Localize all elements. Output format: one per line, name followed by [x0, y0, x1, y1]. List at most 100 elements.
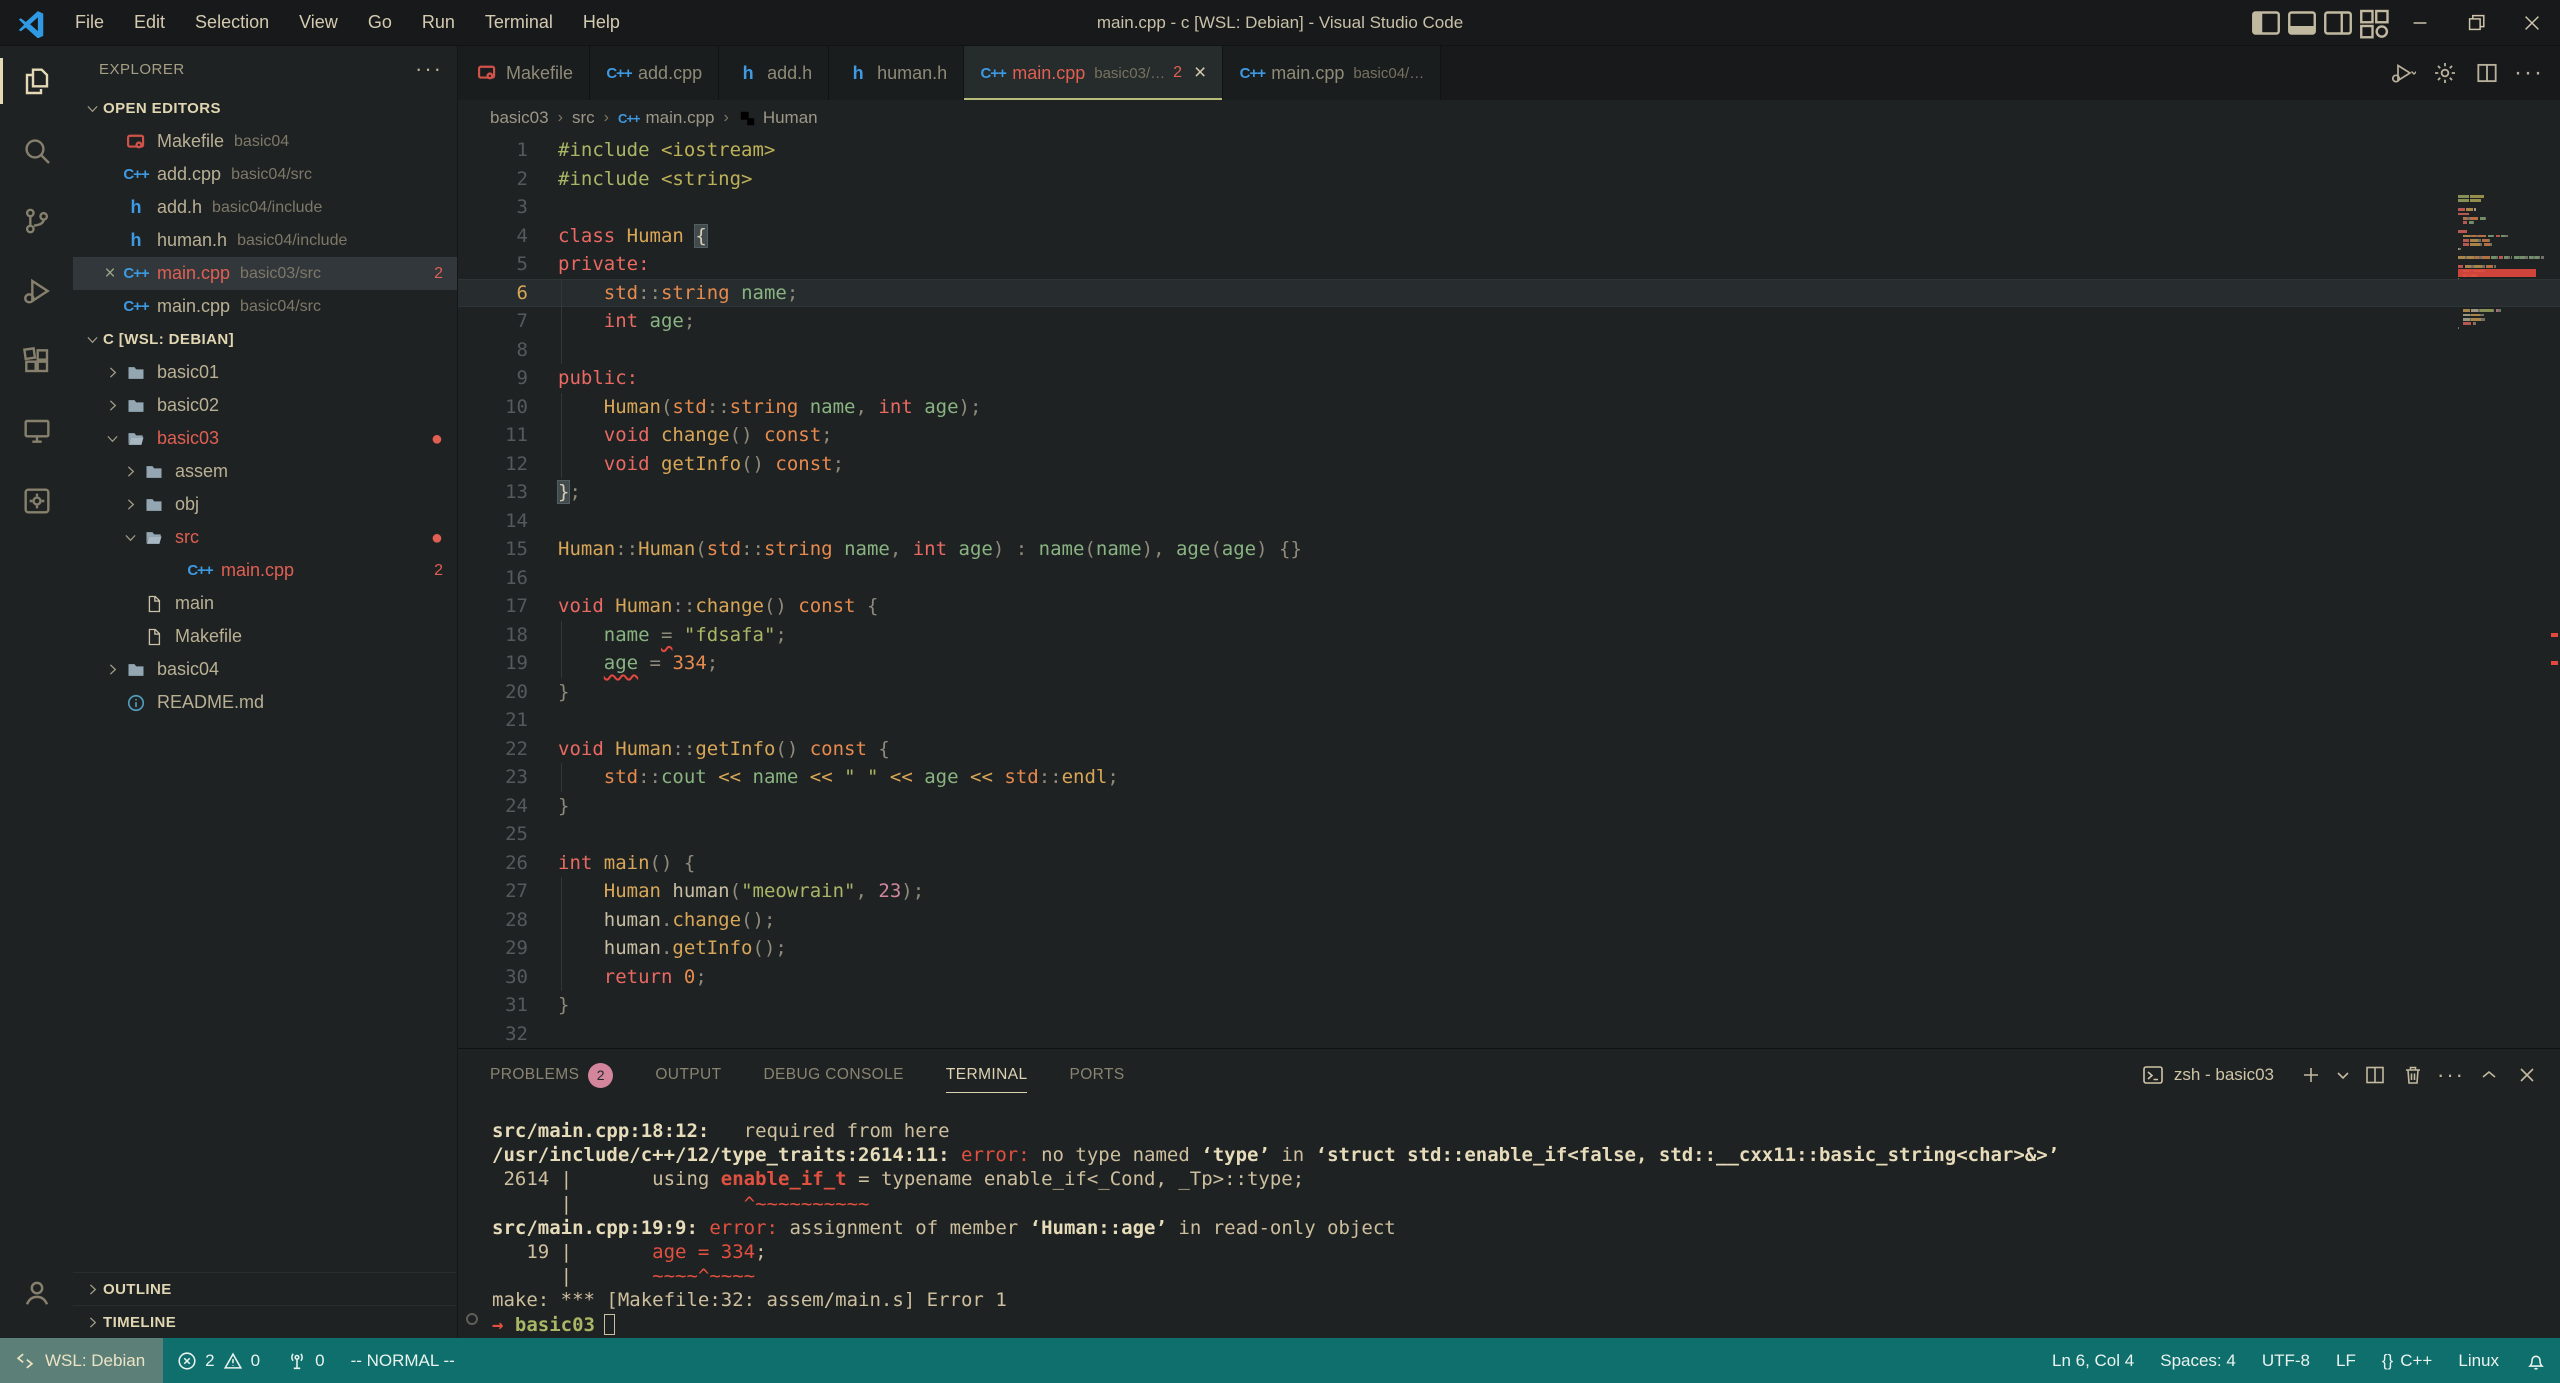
code-token: =	[649, 652, 661, 674]
command-decoration-icon[interactable]	[466, 1312, 478, 1325]
terminal-dropdown-icon[interactable]	[2330, 1056, 2356, 1094]
menu-selection[interactable]: Selection	[180, 0, 284, 45]
section-timeline[interactable]: TIMELINE	[73, 1305, 456, 1338]
language-mode[interactable]: {} C++	[2369, 1338, 2446, 1383]
breadcrumb-item-main.cpp[interactable]: C++ main.cpp	[618, 108, 715, 128]
line-number: 3	[516, 196, 528, 218]
editor-tab-add.cpp[interactable]: C++ add.cpp	[590, 46, 720, 100]
tree-item-basic01[interactable]: basic01	[73, 356, 457, 389]
breadcrumb-item-basic03[interactable]: basic03	[490, 108, 549, 128]
tree-item-main.cpp[interactable]: C++ main.cpp 2	[73, 554, 457, 587]
editor-tab-human.h[interactable]: h human.h	[829, 46, 965, 100]
activity-search[interactable]	[0, 116, 73, 186]
toggle-sidebar-icon[interactable]	[2248, 0, 2284, 45]
panel-tab-ports[interactable]: PORTS	[1069, 1049, 1124, 1101]
tree-item-src[interactable]: src ●	[73, 521, 457, 554]
run-debug-play-icon[interactable]	[2382, 52, 2424, 94]
minimize-button[interactable]	[2392, 0, 2448, 45]
editor-tab-Makefile[interactable]: Makefile	[458, 46, 591, 100]
menu-edit[interactable]: Edit	[119, 0, 180, 45]
panel-tab-terminal[interactable]: TERMINAL	[945, 1049, 1028, 1101]
code-line: 32	[458, 1020, 2560, 1049]
menu-help[interactable]: Help	[568, 0, 635, 45]
section-outline[interactable]: OUTLINE	[73, 1272, 456, 1305]
ports-status[interactable]: 0	[273, 1338, 337, 1383]
restore-button[interactable]	[2448, 0, 2504, 45]
open-editor-item[interactable]: h human.h basic04/include	[73, 224, 457, 257]
kill-terminal-icon[interactable]	[2394, 1056, 2432, 1094]
menu-terminal[interactable]: Terminal	[470, 0, 568, 45]
code-line: 8	[458, 335, 2560, 364]
panel-tab-problems[interactable]: PROBLEMS 2	[490, 1049, 614, 1101]
panel-tab-output[interactable]: OUTPUT	[655, 1049, 721, 1101]
split-editor-icon[interactable]	[2466, 52, 2508, 94]
problems-status[interactable]: 2 0	[163, 1338, 273, 1383]
tree-item-basic03[interactable]: basic03 ●	[73, 422, 457, 455]
editor-tab-main.cpp[interactable]: C++ main.cpp basic04/…	[1223, 46, 1442, 100]
customize-layout-icon[interactable]	[2356, 0, 2392, 45]
terminal-prompt[interactable]: → basic03	[466, 1312, 2560, 1337]
close-editor-icon[interactable]: ×	[97, 263, 123, 285]
tree-item-obj[interactable]: obj	[73, 488, 457, 521]
tree-item-makefile[interactable]: Makefile	[73, 620, 457, 653]
activity-run-debug[interactable]	[0, 256, 73, 326]
menu-file[interactable]: File	[60, 0, 119, 45]
more-actions-icon[interactable]: ···	[2508, 52, 2550, 94]
tree-item-assem[interactable]: assem	[73, 455, 457, 488]
settings-gear-icon[interactable]	[2424, 52, 2466, 94]
close-window-button[interactable]	[2504, 0, 2560, 45]
open-editor-item[interactable]: C++ main.cpp basic04/src	[73, 290, 457, 323]
tree-root[interactable]: C [WSL: DEBIAN]	[73, 323, 457, 356]
open-editor-item[interactable]: h add.h basic04/include	[73, 191, 457, 224]
activity-tools[interactable]	[0, 466, 73, 536]
code-token: 23	[878, 880, 902, 902]
tree-item-basic04[interactable]: basic04	[73, 653, 457, 686]
panel-tab-debug-console[interactable]: DEBUG CONSOLE	[763, 1049, 903, 1101]
open-editor-item[interactable]: C++ add.cpp basic04/src	[73, 158, 457, 191]
panel-more-icon[interactable]: ···	[2432, 1056, 2470, 1094]
open-editors-header[interactable]: OPEN EDITORS	[73, 92, 457, 125]
eol-sequence[interactable]: LF	[2323, 1338, 2369, 1383]
activity-source-control[interactable]	[0, 186, 73, 256]
vim-mode-indicator[interactable]: -- NORMAL --	[338, 1338, 468, 1383]
breadcrumb-item-src[interactable]: src	[572, 108, 595, 128]
activity-extensions[interactable]	[0, 326, 73, 396]
remote-indicator[interactable]: WSL: Debian	[0, 1338, 164, 1383]
menu-go[interactable]: Go	[353, 0, 407, 45]
close-panel-icon[interactable]	[2508, 1056, 2546, 1094]
toggle-secondary-sidebar-icon[interactable]	[2320, 0, 2356, 45]
os-indicator[interactable]: Linux	[2445, 1338, 2512, 1383]
code-editor[interactable]: 1 #include <iostream> 2 #include <string> 3 4…	[458, 136, 2560, 1048]
activity-explorer[interactable]	[0, 46, 73, 116]
breadcrumb-item-human[interactable]: Human	[738, 108, 818, 128]
code-token: age	[649, 310, 684, 332]
notifications-bell-icon[interactable]	[2512, 1338, 2560, 1383]
indentation[interactable]: Spaces: 4	[2147, 1338, 2249, 1383]
editor-tab-main.cpp[interactable]: C++ main.cpp basic03/… 2 ×	[964, 46, 1224, 100]
cpp-icon: C++	[1239, 64, 1266, 82]
split-terminal-icon[interactable]	[2356, 1056, 2394, 1094]
activity-remote-explorer[interactable]	[0, 396, 73, 466]
new-terminal-icon[interactable]	[2292, 1056, 2330, 1094]
tree-item-basic02[interactable]: basic02	[73, 389, 457, 422]
modified-dot: ●	[430, 427, 443, 450]
open-editor-item[interactable]: × C++ main.cpp basic03/src 2	[73, 257, 457, 290]
open-editor-item[interactable]: Makefile basic04	[73, 125, 457, 158]
menu-run[interactable]: Run	[407, 0, 470, 45]
close-tab-icon[interactable]: ×	[1194, 61, 1206, 85]
editor-tab-add.h[interactable]: h add.h	[719, 46, 830, 100]
terminal-output[interactable]: src/main.cpp:18:12: required from here/u…	[458, 1101, 2560, 1338]
tree-item-readme.md[interactable]: README.md	[73, 686, 457, 719]
tree-item-main[interactable]: main	[73, 587, 457, 620]
menu-view[interactable]: View	[284, 0, 353, 45]
code-token: #include	[558, 139, 650, 161]
explorer-more-actions-icon[interactable]: ···	[415, 56, 443, 82]
activity-account[interactable]	[0, 1258, 73, 1328]
terminal-title[interactable]: zsh - basic03	[2174, 1065, 2274, 1085]
maximize-panel-icon[interactable]	[2470, 1056, 2508, 1094]
cursor-position[interactable]: Ln 6, Col 4	[2039, 1338, 2147, 1383]
toggle-panel-icon[interactable]	[2284, 0, 2320, 45]
encoding[interactable]: UTF-8	[2249, 1338, 2323, 1383]
